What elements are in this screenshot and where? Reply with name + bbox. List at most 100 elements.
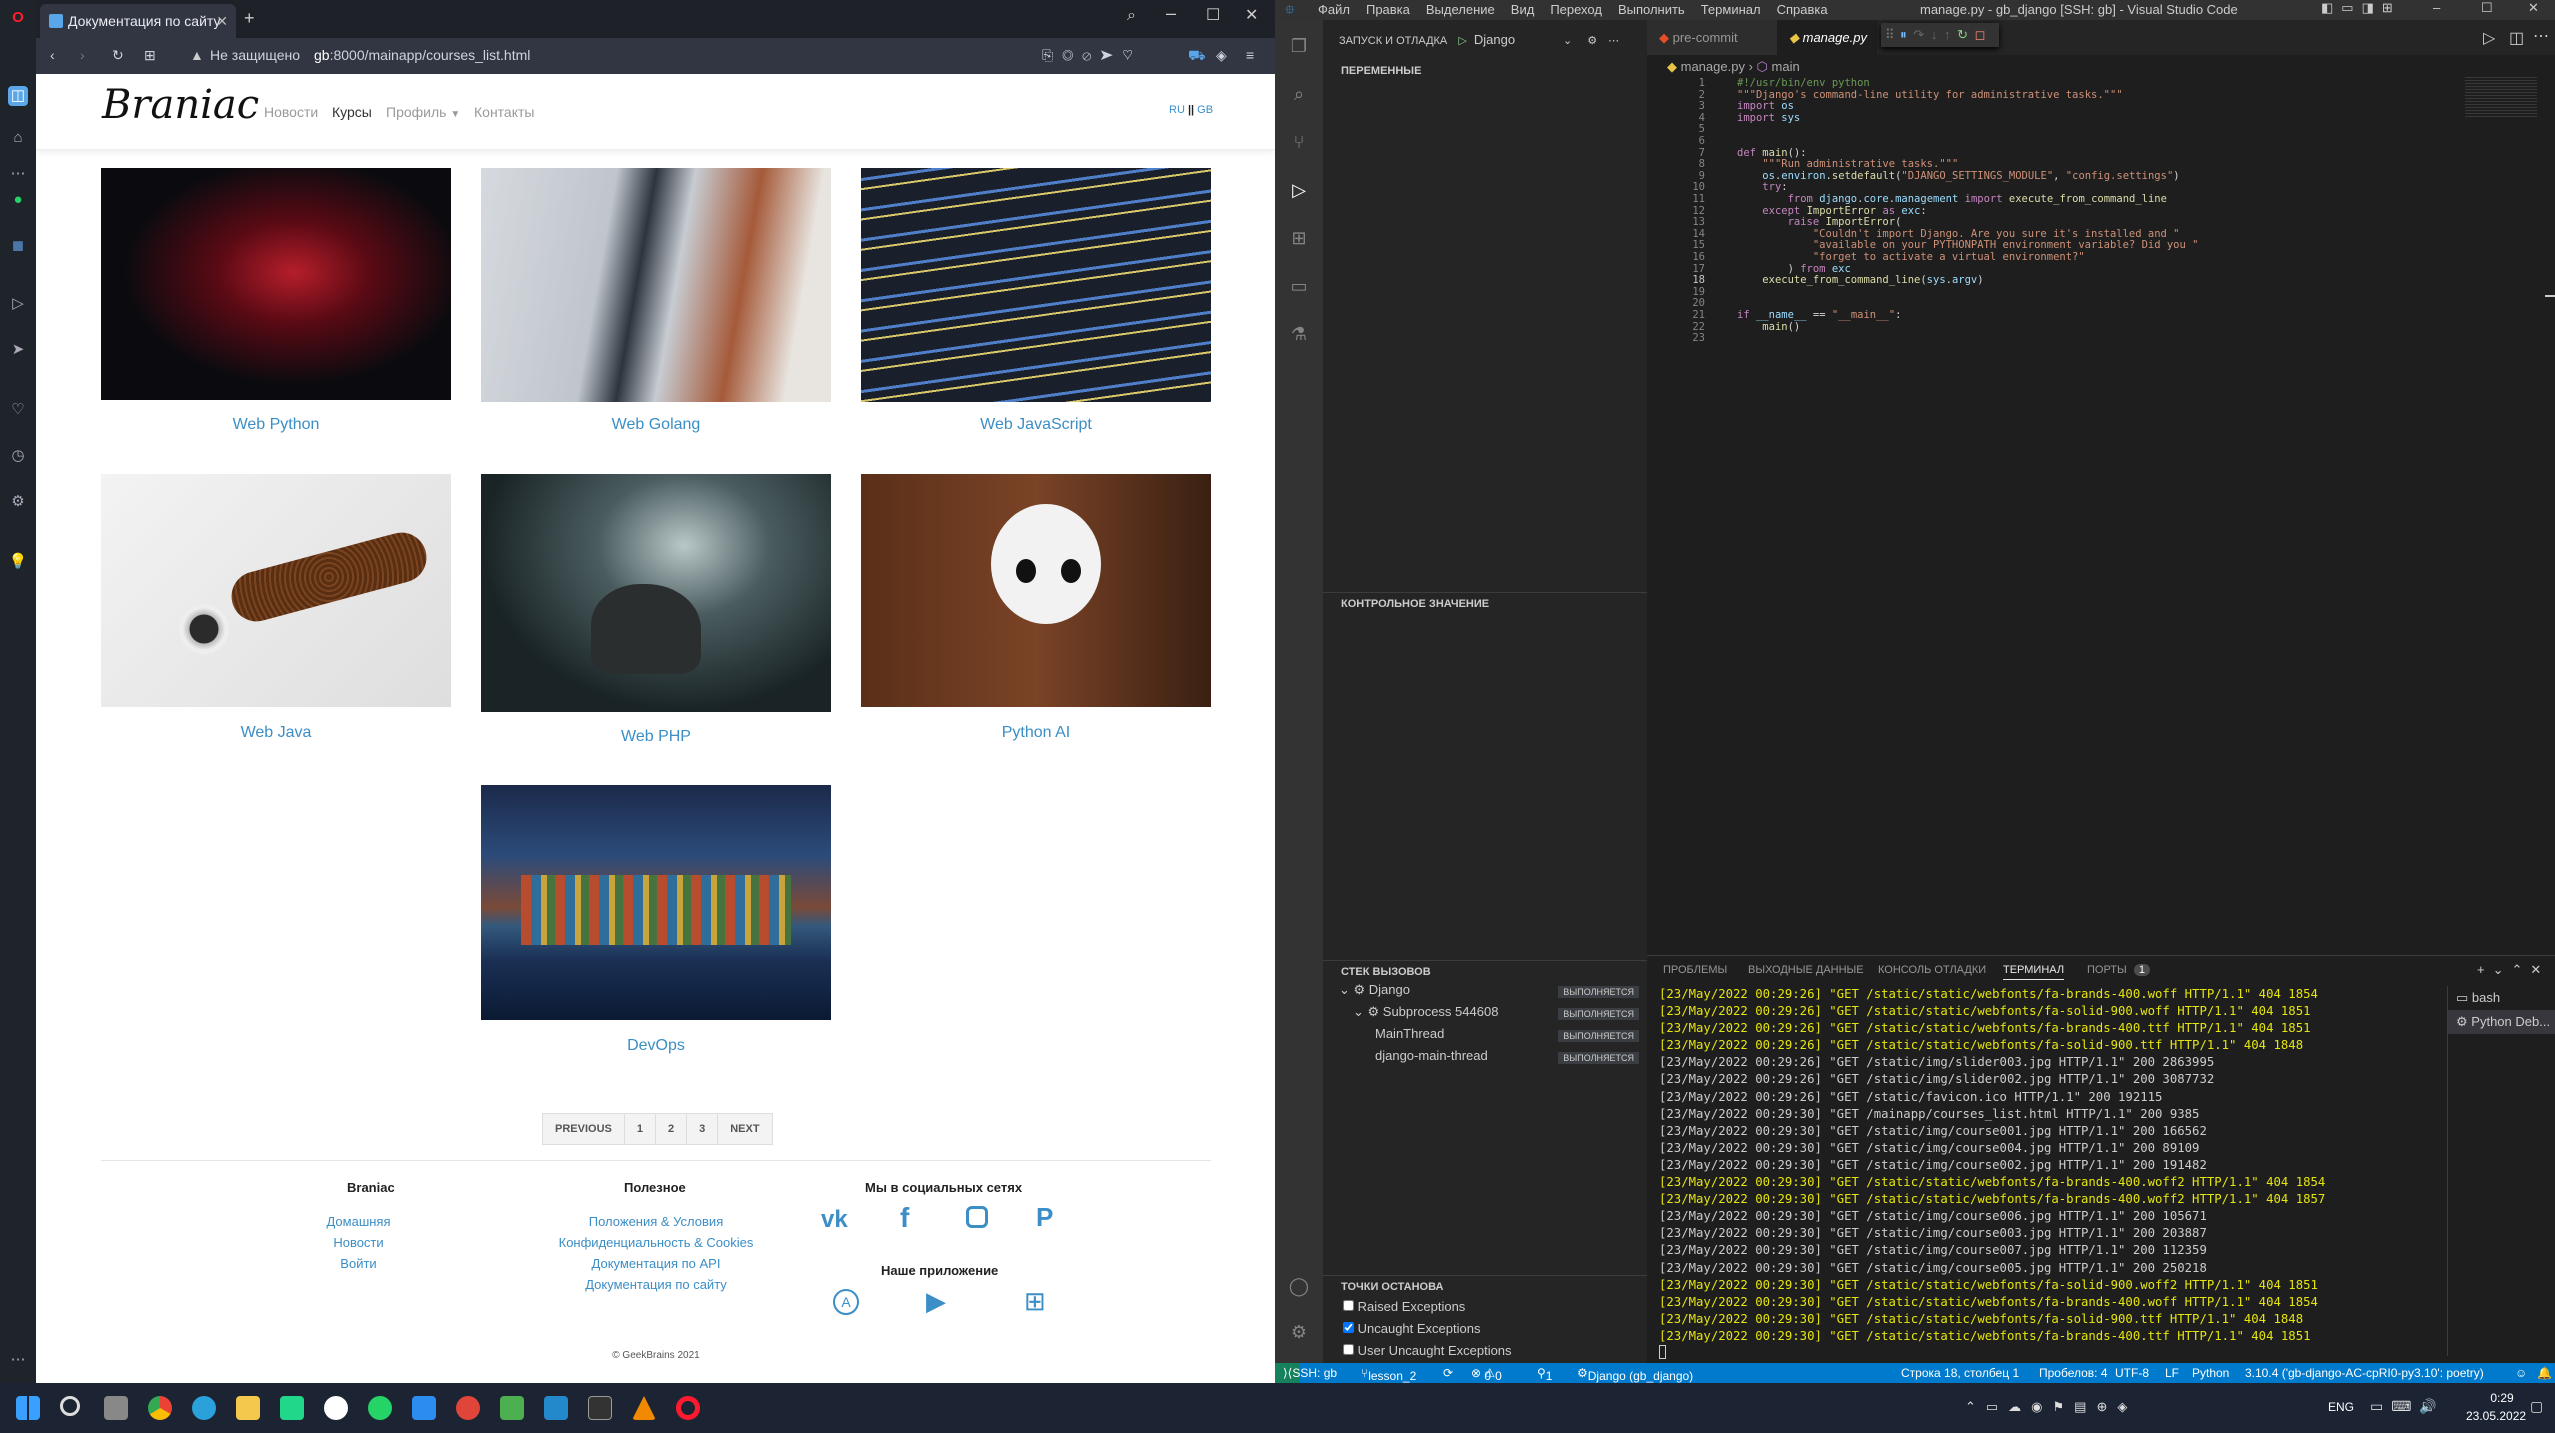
code-line[interactable]: execute_from_command_line(sys.argv) (1737, 274, 1983, 286)
tray-icons[interactable]: ⌃▭☁◉⚑▤⊕◈ (1965, 1399, 2137, 1415)
remote-indicator[interactable]: ⟩⟨ SSH: gb (1275, 1363, 1337, 1383)
course-title[interactable]: DevOps (481, 1037, 831, 1055)
code-line[interactable]: import sys (1737, 112, 1800, 124)
code-line[interactable]: except ImportError as exc: (1737, 205, 1926, 217)
notification-center-icon[interactable]: ▢ (2530, 1398, 2543, 1415)
nav-news[interactable]: Новости (264, 104, 318, 120)
menu-help[interactable]: Справка (1777, 2, 1828, 17)
code-line[interactable]: "Couldn't import Django. Are you sure it… (1737, 228, 2180, 240)
restart-icon[interactable]: ↻ (1957, 27, 1968, 42)
pagination-page[interactable]: 1 (625, 1114, 656, 1144)
code-editor[interactable]: ◆ manage.py › ⬡ main 1 #!/usr/bin/env pyt… (1647, 55, 2555, 955)
settings-icon[interactable]: ⚙ (8, 492, 28, 512)
flow-icon[interactable]: ➤ (8, 340, 28, 360)
debug-config[interactable]: ⚙ Django (gb_django) (1577, 1366, 1693, 1383)
course-image-devops[interactable] (481, 785, 831, 1020)
course-title[interactable]: Web Python (101, 416, 451, 434)
extensions-icon[interactable]: ⊞ (1287, 226, 1311, 250)
callstack-item[interactable]: MainThread (1375, 1026, 1444, 1041)
clock-time[interactable]: 0:29 (2484, 1391, 2520, 1405)
course-image-ai[interactable] (861, 474, 1211, 707)
course-title[interactable]: Web Golang (481, 416, 831, 434)
google-play-icon[interactable]: ▶ (926, 1286, 946, 1317)
breadcrumb-file[interactable]: manage.py (1681, 59, 1745, 74)
feedback-icon[interactable]: ☺ (2515, 1366, 2527, 1380)
variables-section[interactable]: ПЕРЕМЕННЫЕ (1323, 60, 1647, 82)
lang-ru[interactable]: RU (1169, 104, 1185, 116)
panel-tab-terminal[interactable]: ТЕРМИНАЛ (2003, 964, 2065, 980)
app-icon[interactable] (412, 1396, 436, 1420)
breakpoints-section[interactable]: ТОЧКИ ОСТАНОВА (1323, 1275, 1647, 1297)
course-title[interactable]: Python AI (861, 724, 1211, 742)
toolbar-icons[interactable]: ⎘◎⊘➤♡ (1042, 47, 1142, 64)
run-debug-icon[interactable]: ▷ (1287, 178, 1311, 202)
code-line[interactable]: if __name__ == "__main__": (1737, 309, 1901, 321)
extension-icon[interactable]: ⛟ (1188, 47, 1206, 66)
eol[interactable]: LF (2165, 1366, 2179, 1380)
terminal-output[interactable]: [23/May/2022 00:29:26] "GET /static/stat… (1659, 986, 2449, 1359)
code-line[interactable]: main() (1737, 321, 1800, 333)
panel-actions[interactable]: +⌄⌃✕ (2477, 962, 2549, 978)
menu-icon[interactable]: ≡ (1246, 47, 1254, 63)
footer-link-api-docs[interactable]: Документация по API (536, 1256, 776, 1271)
yandex-icon[interactable] (324, 1396, 348, 1420)
encoding[interactable]: UTF-8 (2115, 1366, 2149, 1380)
app-icon[interactable] (500, 1396, 524, 1420)
pagination-page[interactable]: 3 (687, 1114, 719, 1144)
panel-tab-problems[interactable]: ПРОБЛЕМЫ (1663, 964, 1727, 976)
opera-icon[interactable] (676, 1396, 700, 1420)
run-file-icon[interactable]: ▷ (2483, 28, 2495, 48)
run-config-select[interactable]: Django (1474, 32, 1560, 47)
minimap[interactable] (2465, 77, 2537, 117)
facebook-icon[interactable]: f (900, 1202, 909, 1234)
chrome-icon[interactable] (148, 1396, 172, 1420)
testing-icon[interactable]: ⚗ (1287, 322, 1311, 346)
vk-icon[interactable]: vk (821, 1206, 848, 1234)
search-icon[interactable]: ⌕ (1287, 82, 1311, 106)
minimize-icon[interactable]: – (2433, 0, 2440, 15)
breakpoint-checkbox[interactable] (1343, 1322, 1354, 1333)
security-label[interactable]: Не защищено (210, 47, 300, 63)
windows-store-icon[interactable]: ⊞ (1024, 1286, 1046, 1317)
maximize-icon[interactable]: ☐ (1206, 5, 1220, 25)
vscode-icon[interactable] (544, 1396, 568, 1420)
footer-link-privacy[interactable]: Конфиденциальность & Cookies (536, 1235, 776, 1250)
course-image-java[interactable] (101, 474, 451, 707)
maximize-icon[interactable]: ☐ (2481, 0, 2493, 16)
terminal-icon[interactable] (588, 1396, 612, 1420)
code-line[interactable]: "available on your PYTHONPATH environmen… (1737, 239, 2199, 251)
opera-logo-icon[interactable]: O (8, 8, 28, 28)
nav-courses[interactable]: Курсы (332, 104, 372, 120)
pycharm-icon[interactable] (280, 1396, 304, 1420)
code-line[interactable]: def main(): (1737, 147, 1807, 159)
nav-profile[interactable]: Профиль ▼ (386, 104, 460, 120)
course-title[interactable]: Web PHP (481, 728, 831, 746)
lang-switch[interactable]: RU || GB (1169, 104, 1213, 116)
clock-date[interactable]: 23.05.2022 (2466, 1409, 2526, 1423)
debug-settings-icon[interactable]: ⚙ (1587, 35, 1597, 47)
debug-sessions[interactable]: ⚲ 1 (1537, 1366, 1552, 1383)
footer-link-home[interactable]: Домашняя (286, 1214, 431, 1229)
more-actions-icon[interactable]: ⋯ (2533, 26, 2549, 46)
input-language[interactable]: ENG (2328, 1400, 2354, 1414)
problems-indicator[interactable]: ⊗ 0 ⚠ 0 (1471, 1366, 1502, 1383)
task-view-icon[interactable] (104, 1396, 128, 1420)
speed-dial-icon[interactable]: ◫ (8, 86, 28, 106)
browser-search-icon[interactable]: ⌕ (1127, 7, 1136, 25)
box-icon[interactable]: ◈ (1216, 47, 1227, 64)
back-icon[interactable]: ‹ (50, 47, 55, 63)
code-line[interactable]: "forget to activate a virtual environmen… (1737, 251, 2085, 263)
menu-selection[interactable]: Выделение (1426, 2, 1495, 17)
remote-explorer-icon[interactable]: ▭ (1287, 274, 1311, 298)
menu-terminal[interactable]: Терминал (1701, 2, 1761, 17)
step-over-icon[interactable]: ↷ (1913, 27, 1924, 42)
breadcrumb-symbol[interactable]: main (1772, 59, 1800, 74)
app-icon[interactable] (456, 1396, 480, 1420)
code-line[interactable]: from django.core.management import execu… (1737, 193, 2167, 205)
breakpoint-item[interactable]: Raised Exceptions (1343, 1299, 1465, 1314)
lang-gb[interactable]: GB (1197, 104, 1213, 116)
whatsapp-icon[interactable] (368, 1396, 392, 1420)
file-explorer-icon[interactable] (236, 1396, 260, 1420)
pause-icon[interactable]: ⏸ (1900, 27, 1907, 42)
course-image-python[interactable] (101, 168, 451, 400)
